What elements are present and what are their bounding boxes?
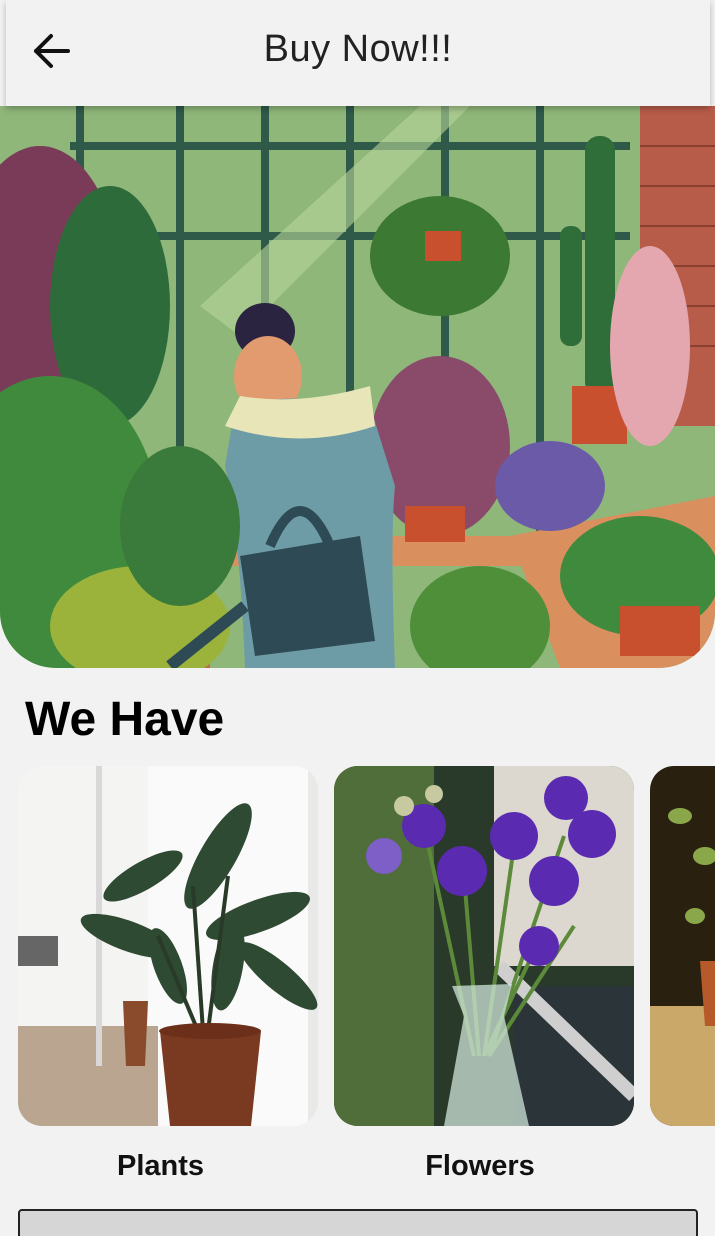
app-bar: Buy Now!!! — [6, 0, 710, 106]
app-title: Buy Now!!! — [263, 28, 453, 70]
hero-banner-image — [0, 106, 715, 668]
flowers-card[interactable] — [334, 766, 634, 1126]
section-title: We Have — [25, 693, 225, 746]
plants-card[interactable] — [18, 766, 318, 1126]
plants-label: Plants — [116, 1150, 205, 1182]
bottom-panel[interactable] — [18, 1209, 698, 1236]
third-category-card[interactable] — [650, 766, 715, 1126]
flowers-label: Flowers — [425, 1150, 535, 1182]
